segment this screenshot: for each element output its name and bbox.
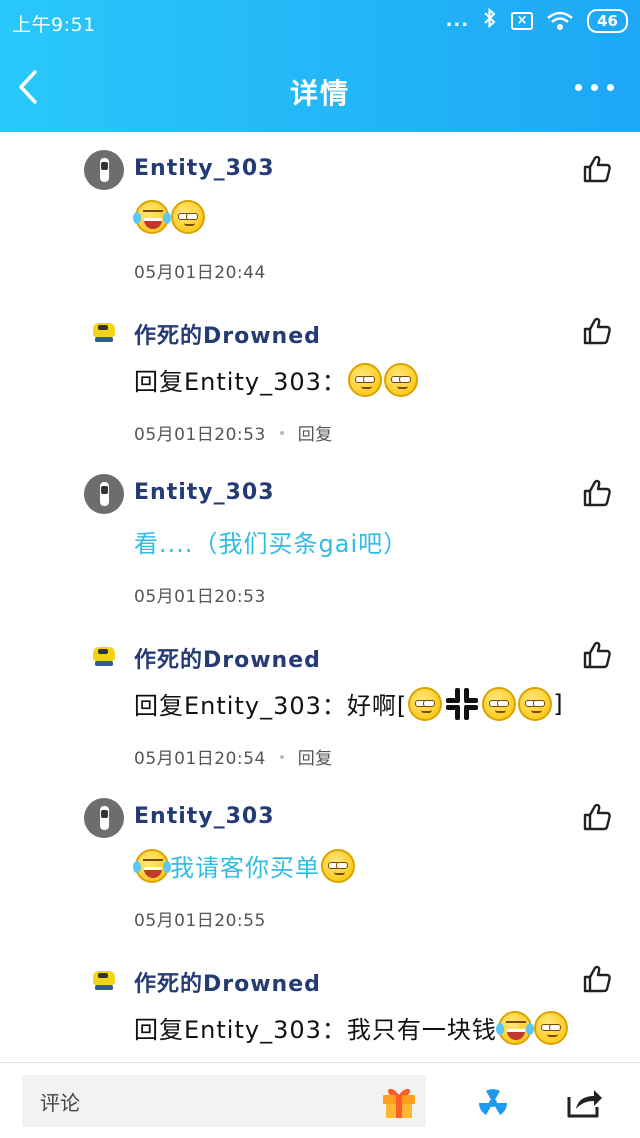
comment-input[interactable]: 评论	[22, 1075, 426, 1127]
comment-item: 作死的Drowned 回复Entity_303：我只有一块钱	[0, 942, 640, 1060]
like-button[interactable]	[582, 316, 614, 348]
comment-meta: 05月01日20:55	[134, 906, 266, 931]
comment-text-segment: ]	[553, 689, 564, 718]
thumbs-up-icon	[583, 317, 611, 345]
wifi-icon	[547, 11, 573, 31]
share-icon	[567, 1090, 602, 1118]
comment-meta: 05月01日20:53 回复	[134, 420, 333, 445]
comment-list: Entity_303 05月01日20:44 作死的Drowned 回复Entity…	[0, 132, 640, 1060]
comment-item: Entity_303 我请客你买单 05月01日20:55	[0, 780, 640, 942]
timestamp: 05月01日20:44	[134, 263, 266, 283]
app-header: 上午9:51 ... × 46 详情	[0, 0, 640, 132]
gift-button[interactable]	[380, 1083, 418, 1119]
avatar[interactable]	[84, 960, 124, 1000]
avatar[interactable]	[84, 474, 124, 514]
comment-text: 回复Entity_303：好啊[]	[134, 686, 564, 721]
comment-text-segment: 回复Entity_303：好啊[	[134, 692, 408, 720]
separator-dot	[279, 754, 284, 759]
more-dots-icon	[575, 84, 582, 91]
comment-item: 作死的Drowned 回复Entity_303： 05月01日20:53 回复	[0, 294, 640, 456]
comment-text: 回复Entity_303：我只有一块钱	[134, 1010, 569, 1045]
comment-item: 作死的Drowned 回复Entity_303：好啊[] 05月01日20:54 回复	[0, 618, 640, 780]
comment-text: 我请客你买单	[133, 848, 356, 883]
like-button[interactable]	[582, 964, 614, 996]
radiation-button[interactable]	[474, 1083, 512, 1121]
status-bar: 上午9:51 ... × 46	[0, 0, 640, 44]
comment-text-segment: 回复Entity_303：	[134, 368, 347, 396]
comment-meta: 05月01日20:54 回复	[134, 744, 333, 769]
username[interactable]: Entity_303	[134, 156, 275, 181]
like-button[interactable]	[582, 802, 614, 834]
status-icons: ... × 46	[445, 7, 628, 33]
no-sim-icon: ×	[511, 11, 534, 30]
timestamp: 05月01日20:53	[134, 587, 266, 607]
username[interactable]: 作死的Drowned	[134, 642, 321, 674]
separator-dot	[279, 430, 284, 435]
avatar[interactable]	[84, 312, 124, 352]
like-button[interactable]	[582, 478, 614, 510]
reply-button[interactable]: 回复	[298, 744, 333, 769]
like-button[interactable]	[582, 640, 614, 672]
timestamp: 05月01日20:55	[134, 911, 266, 931]
username[interactable]: Entity_303	[134, 804, 275, 829]
avatar[interactable]	[84, 798, 124, 838]
smirk-emoji-icon	[347, 362, 382, 397]
more-button[interactable]	[571, 80, 618, 95]
laugh-tears-emoji-icon	[495, 1010, 534, 1045]
username[interactable]: 作死的Drowned	[134, 966, 321, 998]
comment-meta: 05月01日20:44	[134, 258, 266, 283]
avatar[interactable]	[84, 150, 124, 190]
signal-dots-icon: ...	[445, 10, 470, 31]
smirk-emoji-icon	[408, 686, 443, 721]
smirk-emoji-icon	[533, 1010, 568, 1045]
comment-text	[133, 200, 206, 234]
thumbs-up-icon	[583, 641, 611, 669]
comment-text-segment: 我请客你买单	[170, 854, 320, 882]
page-title: 详情	[289, 77, 350, 110]
thumbs-up-icon	[583, 479, 611, 507]
radiation-icon	[479, 1089, 507, 1115]
battery-indicator: 46	[587, 8, 628, 33]
smirk-emoji-icon	[482, 686, 517, 721]
smirk-emoji-icon	[321, 848, 355, 883]
timestamp: 05月01日20:53	[134, 425, 266, 445]
status-time: 上午9:51	[12, 14, 96, 36]
comment-item: Entity_303 看....（我们买条gai吧） 05月01日20:53	[0, 456, 640, 618]
smirk-emoji-icon	[383, 362, 418, 397]
comment-item: Entity_303 05月01日20:44	[0, 132, 640, 294]
like-button[interactable]	[582, 154, 614, 186]
username[interactable]: Entity_303	[134, 480, 275, 505]
anger-symbol-icon	[445, 687, 479, 721]
avatar[interactable]	[84, 636, 124, 676]
thumbs-up-icon	[583, 965, 611, 993]
smirk-emoji-icon	[518, 686, 553, 721]
bluetooth-icon	[483, 7, 497, 33]
timestamp: 05月01日20:54	[134, 749, 266, 769]
comment-text: 看....（我们买条gai吧）	[134, 524, 408, 559]
smirk-emoji-icon	[171, 200, 205, 234]
laugh-tears-emoji-icon	[133, 848, 171, 883]
comment-text: 回复Entity_303：	[134, 362, 419, 397]
gift-icon	[383, 1088, 415, 1118]
comment-text-segment: 看....（我们买条gai吧）	[134, 530, 409, 558]
thumbs-up-icon	[583, 803, 611, 831]
share-button[interactable]	[564, 1083, 604, 1121]
username[interactable]: 作死的Drowned	[134, 318, 321, 350]
reply-button[interactable]: 回复	[298, 420, 333, 445]
thumbs-up-icon	[583, 155, 611, 183]
comment-text-segment: 回复Entity_303：我只有一块钱	[134, 1016, 497, 1044]
comment-meta: 05月01日20:53	[134, 582, 266, 607]
nav-bar: 详情	[0, 50, 640, 132]
laugh-tears-emoji-icon	[133, 200, 171, 234]
bottom-bar: 评论	[0, 1062, 640, 1138]
